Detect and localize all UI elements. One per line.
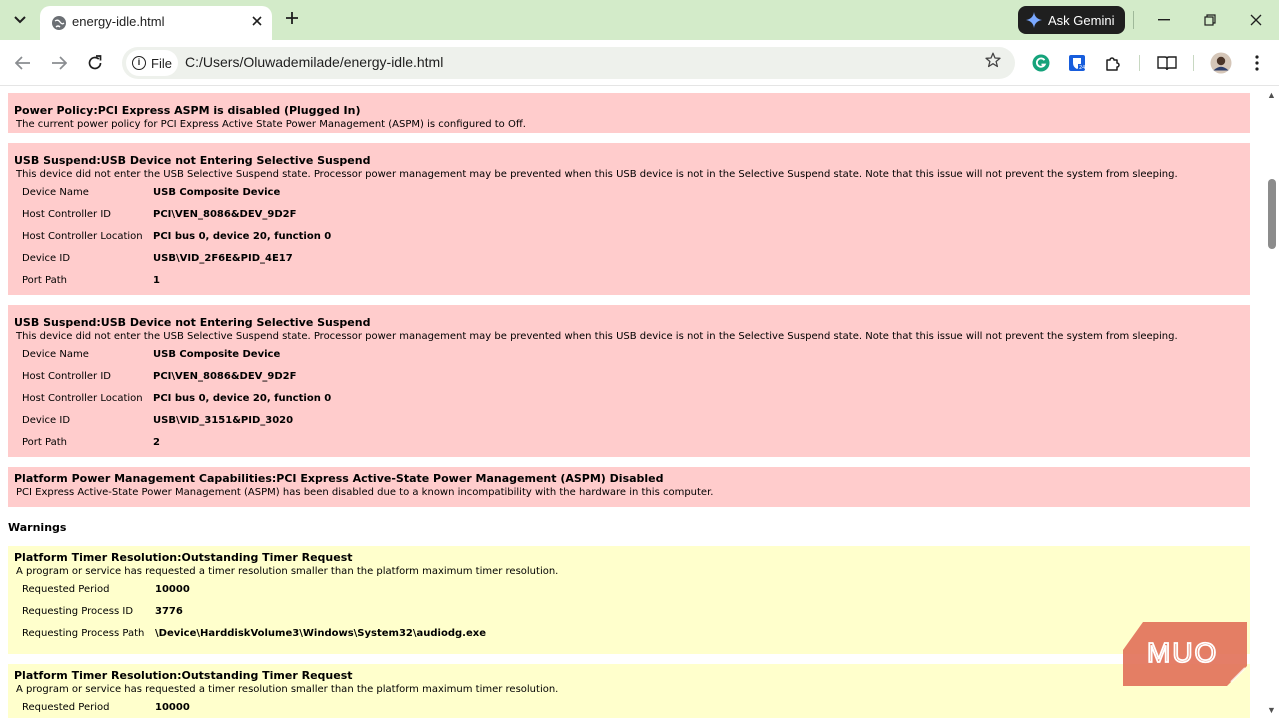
detail-value: USB Composite Device (153, 187, 281, 198)
detail-value: 2 (153, 437, 160, 448)
globe-icon (51, 15, 67, 31)
warning-block: Platform Timer Resolution:Outstanding Ti… (8, 664, 1250, 718)
detail-value: USB\VID_3151&PID_3020 (153, 415, 294, 426)
error-block: Power Policy:PCI Express ASPM is disable… (8, 93, 1250, 133)
detail-label: Device Name (22, 349, 89, 360)
detail-value: 10000 (155, 584, 190, 595)
warning-title: Platform Timer Resolution:Outstanding Ti… (14, 551, 353, 564)
error-title: Power Policy:PCI Express ASPM is disable… (14, 104, 361, 117)
ask-gemini-button[interactable]: Ask Gemini (1018, 6, 1125, 34)
detail-label: Requested Period (22, 702, 110, 713)
tabstrip-divider (1133, 11, 1134, 29)
back-icon[interactable] (10, 50, 36, 76)
tab-active[interactable]: energy-idle.html (40, 6, 272, 40)
browser-toolbar: i File C:/Users/Oluwademilade/energy-idl… (0, 40, 1279, 86)
scroll-down-arrow-icon[interactable]: ▼ (1267, 705, 1276, 715)
detail-label: Host Controller Location (22, 393, 143, 404)
site-chip-label: File (151, 55, 172, 71)
bookmark-star-icon[interactable] (985, 52, 1001, 73)
error-block: USB Suspend:USB Device not Entering Sele… (8, 143, 1250, 295)
detail-label: Requesting Process Path (22, 628, 145, 639)
site-info-chip[interactable]: i File (126, 50, 178, 76)
tab-search-icon[interactable] (8, 8, 32, 32)
report-page: Power Policy:PCI Express ASPM is disable… (0, 87, 1264, 718)
detail-label: Device ID (22, 253, 71, 264)
profile-avatar-icon[interactable] (1210, 52, 1232, 74)
extensions-icon[interactable] (1102, 52, 1124, 74)
svg-text:24: 24 (1079, 65, 1085, 71)
svg-text:MUO: MUO (1147, 637, 1218, 668)
detail-label: Host Controller ID (22, 209, 111, 220)
scrollbar-thumb[interactable] (1268, 179, 1276, 249)
detail-value: 3776 (155, 606, 183, 617)
toolbar-divider (1139, 55, 1140, 71)
more-menu-icon[interactable] (1246, 52, 1268, 74)
warning-description: A program or service has requested a tim… (16, 566, 559, 577)
restore-icon[interactable] (1187, 0, 1233, 40)
tab-title: energy-idle.html (72, 14, 165, 29)
vertical-scrollbar[interactable]: ▲ ▼ (1264, 87, 1279, 718)
reload-icon[interactable] (82, 50, 108, 76)
warning-description: A program or service has requested a tim… (16, 684, 559, 695)
reading-list-icon[interactable] (1156, 52, 1178, 74)
url-text[interactable]: C:/Users/Oluwademilade/energy-idle.html (185, 54, 443, 70)
error-description: This device did not enter the USB Select… (16, 331, 1178, 342)
detail-value: \Device\HarddiskVolume3\Windows\System32… (155, 628, 486, 639)
detail-value: PCI bus 0, device 20, function 0 (153, 393, 332, 404)
detail-label: Port Path (22, 275, 67, 286)
window-close-icon[interactable] (1233, 0, 1279, 40)
warning-title: Platform Timer Resolution:Outstanding Ti… (14, 669, 353, 682)
address-bar[interactable]: i File C:/Users/Oluwademilade/energy-idl… (122, 47, 1015, 79)
detail-label: Requesting Process ID (22, 606, 134, 617)
muo-watermark-logo: MUO (1123, 622, 1247, 686)
gemini-star-icon (1026, 12, 1042, 28)
detail-value: USB\VID_2F6E&PID_4E17 (153, 253, 293, 264)
info-icon: i (132, 56, 146, 70)
detail-label: Requested Period (22, 584, 110, 595)
detail-label: Device Name (22, 187, 89, 198)
error-title: Platform Power Management Capabilities:P… (14, 472, 664, 485)
error-description: The current power policy for PCI Express… (16, 119, 526, 130)
detail-value: PCI\VEN_8086&DEV_9D2F (153, 371, 297, 382)
detail-value: 1 (153, 275, 160, 286)
error-description: This device did not enter the USB Select… (16, 169, 1178, 180)
warning-block: Platform Timer Resolution:Outstanding Ti… (8, 546, 1250, 654)
forward-icon[interactable] (46, 50, 72, 76)
error-title: USB Suspend:USB Device not Entering Sele… (14, 154, 371, 167)
detail-value: USB Composite Device (153, 349, 281, 360)
error-block: USB Suspend:USB Device not Entering Sele… (8, 305, 1250, 457)
detail-label: Port Path (22, 437, 67, 448)
error-block: Platform Power Management Capabilities:P… (8, 467, 1250, 507)
toolbar-divider (1193, 55, 1194, 71)
detail-value: 10000 (155, 702, 190, 713)
ask-gemini-label: Ask Gemini (1048, 12, 1115, 28)
close-icon[interactable] (247, 12, 267, 32)
error-title: USB Suspend:USB Device not Entering Sele… (14, 316, 371, 329)
error-description: PCI Express Active-State Power Managemen… (16, 487, 714, 498)
grammarly-icon[interactable] (1030, 52, 1052, 74)
detail-label: Device ID (22, 415, 71, 426)
detail-label: Host Controller ID (22, 371, 111, 382)
warnings-heading: Warnings (8, 521, 67, 534)
detail-value: PCI bus 0, device 20, function 0 (153, 231, 332, 242)
scroll-up-arrow-icon[interactable]: ▲ (1267, 90, 1276, 100)
detail-label: Host Controller Location (22, 231, 143, 242)
tab-strip: energy-idle.html Ask Gemini (0, 0, 1279, 40)
plus-icon[interactable] (280, 8, 304, 32)
bitwarden-icon[interactable]: 24 (1066, 52, 1088, 74)
minimize-icon[interactable] (1141, 0, 1187, 40)
detail-value: PCI\VEN_8086&DEV_9D2F (153, 209, 297, 220)
